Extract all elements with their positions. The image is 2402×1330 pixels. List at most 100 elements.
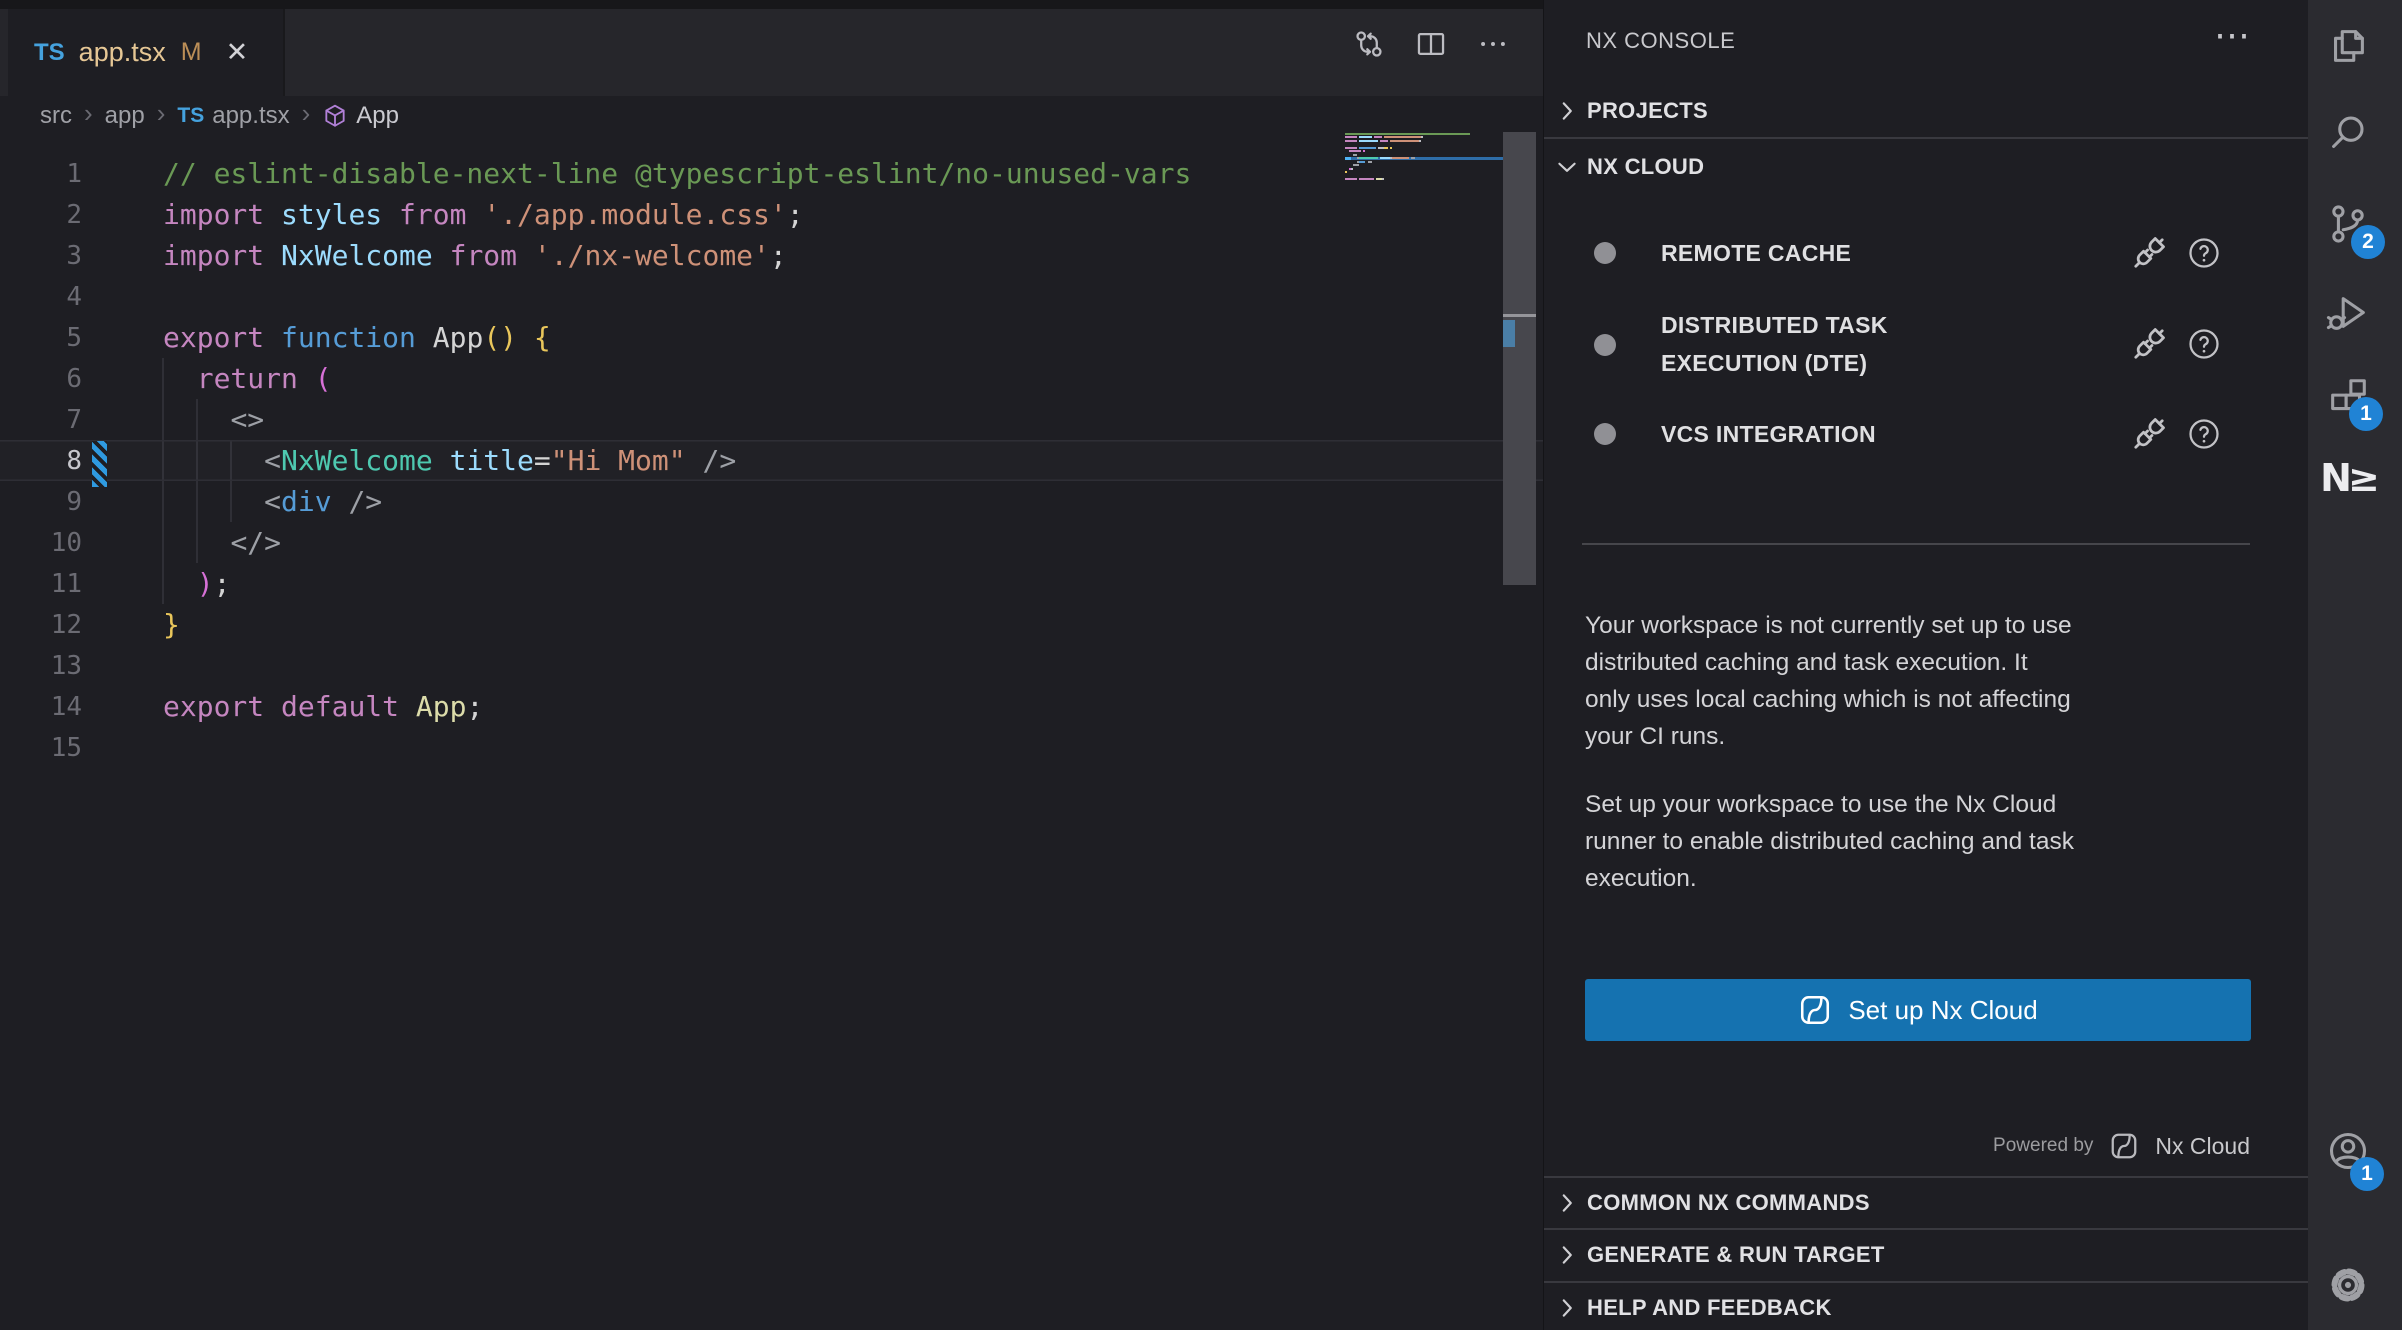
nx-cloud-icon [1798, 993, 1832, 1027]
code-line-12[interactable]: 12} [0, 604, 1543, 645]
more-actions-icon[interactable] [1476, 27, 1510, 61]
code-line-10[interactable]: 10 </> [0, 522, 1543, 563]
code-text: export default App; [107, 690, 483, 723]
feature-vcs-integration: VCS INTEGRATION [1544, 411, 2309, 457]
nx-cloud-logo-icon [2109, 1131, 2139, 1161]
line-number: 3 [0, 241, 82, 271]
help-icon[interactable] [2186, 416, 2222, 452]
minimap[interactable] [1345, 132, 1503, 185]
editor-scrollbar[interactable] [1503, 132, 1536, 585]
badge-count: 1 [2349, 397, 2383, 431]
section-help-and-feedback[interactable]: HELP AND FEEDBACK [1544, 1283, 2308, 1330]
code-lines: 1// eslint-disable-next-line @typescript… [0, 153, 1543, 768]
minimap-line [1345, 181, 1503, 185]
breadcrumb-item-app[interactable]: App [322, 102, 399, 130]
breadcrumb-label: App [356, 102, 399, 130]
help-icon[interactable] [2186, 326, 2222, 362]
open-changes-icon[interactable] [1352, 27, 1386, 61]
activity-search[interactable] [2320, 106, 2376, 162]
split-editor-icon[interactable] [1414, 27, 1448, 61]
line-number: 15 [0, 733, 82, 763]
code-line-7[interactable]: 7 <> [0, 399, 1543, 440]
more-actions-icon[interactable]: ⋯ [2214, 14, 2250, 56]
chevron-right-icon [1554, 1295, 1580, 1321]
status-dot-icon [1594, 334, 1616, 356]
section-generate-run-target[interactable]: GENERATE & RUN TARGET [1544, 1230, 2308, 1280]
gutter [82, 440, 107, 481]
sidebar-title: NX CONSOLE [1586, 20, 1735, 62]
code-line-9[interactable]: 9 <div /> [0, 481, 1543, 522]
line-number: 2 [0, 200, 82, 230]
breadcrumb-separator: › [302, 98, 311, 129]
code-line-6[interactable]: 6 return ( [0, 358, 1543, 399]
code-line-11[interactable]: 11 ); [0, 563, 1543, 604]
code-line-5[interactable]: 5export function App() { [0, 317, 1543, 358]
chevron-right-icon [1554, 1190, 1580, 1216]
code-line-15[interactable]: 15 [0, 727, 1543, 768]
activity-bar: 21N≥1 [2308, 0, 2402, 1330]
line-number: 14 [0, 692, 82, 722]
line-number: 5 [0, 323, 82, 353]
setup-hint-text: Set up your workspace to use the Nx Clou… [1585, 786, 2275, 897]
chevron-down-icon [1554, 154, 1580, 180]
breadcrumb-label: app [105, 102, 145, 130]
code-line-14[interactable]: 14 export default App; [0, 686, 1543, 727]
section-label: PROJECTS [1587, 98, 1708, 124]
breadcrumb-item-app-tsx[interactable]: TSapp.tsx [177, 102, 289, 130]
help-icon[interactable] [2186, 235, 2222, 271]
gutter [82, 235, 107, 276]
code-text: return ( [107, 362, 332, 395]
code-line-3[interactable]: 3 import NxWelcome from './nx-welcome'; [0, 235, 1543, 276]
gutter [82, 194, 107, 235]
connect-icon[interactable] [2127, 231, 2171, 275]
section-label: NX CLOUD [1587, 154, 1704, 180]
tab-bar: TS app.tsx M ✕ [0, 0, 1543, 96]
gutter [82, 317, 107, 358]
code-line-13[interactable]: 13 [0, 645, 1543, 686]
activity-explorer[interactable] [2320, 18, 2376, 74]
code-editor[interactable]: 1// eslint-disable-next-line @typescript… [0, 135, 1543, 1330]
section-nx-cloud[interactable]: NX CLOUD [1544, 142, 2308, 192]
code-line-4[interactable]: 4 [0, 276, 1543, 317]
line-number: 6 [0, 364, 82, 394]
breadcrumb-label: src [40, 102, 72, 130]
close-tab-icon[interactable]: ✕ [226, 39, 249, 66]
line-number: 13 [0, 651, 82, 681]
activity-run-and-debug[interactable] [2320, 285, 2376, 341]
code-line-2[interactable]: 2import styles from './app.module.css'; [0, 194, 1543, 235]
gutter [82, 563, 107, 604]
section-label: COMMON NX COMMANDS [1587, 1190, 1870, 1216]
section-projects[interactable]: PROJECTS [1544, 86, 2308, 136]
line-number: 9 [0, 487, 82, 517]
editor-toolbar [1320, 9, 1510, 79]
code-line-8[interactable]: 8 <NxWelcome title="Hi Mom" /> [0, 440, 1543, 481]
section-label: GENERATE & RUN TARGET [1587, 1242, 1885, 1268]
feature-remote-cache: REMOTE CACHE [1544, 230, 2309, 276]
code-text: <> [107, 403, 264, 436]
gutter [82, 399, 107, 440]
setup-nx-cloud-button[interactable]: Set up Nx Cloud [1585, 979, 2251, 1041]
feature-label: REMOTE CACHE [1661, 234, 1851, 272]
feature-label: DISTRIBUTED TASK EXECUTION (DTE) [1661, 306, 1888, 382]
gutter [82, 645, 107, 686]
nx-console-sidebar: NX CONSOLE ⋯ PROJECTS NX CLOUD REMOTE CA… [1543, 0, 2308, 1330]
symbol-cube-icon [322, 103, 348, 129]
divider [1582, 543, 2250, 545]
tab-app-tsx[interactable]: TS app.tsx M ✕ [8, 9, 285, 96]
code-text: import NxWelcome from './nx-welcome'; [107, 239, 787, 272]
breadcrumb-item-src[interactable]: src [40, 102, 72, 130]
line-number: 1 [0, 159, 82, 189]
breadcrumb-separator: › [157, 98, 166, 129]
connect-icon[interactable] [2127, 322, 2171, 366]
nx-cloud-brand: Nx Cloud [2155, 1133, 2250, 1160]
tab-title: app.tsx [79, 37, 166, 68]
connect-icon[interactable] [2127, 412, 2171, 456]
gutter [82, 686, 107, 727]
activity-nx-console[interactable]: N≥ [2320, 450, 2376, 506]
breadcrumb-item-app[interactable]: app [105, 102, 145, 130]
workspace-status-text: Your workspace is not currently set up t… [1585, 607, 2275, 755]
activity-settings[interactable] [2320, 1257, 2376, 1313]
code-line-1[interactable]: 1// eslint-disable-next-line @typescript… [0, 153, 1543, 194]
divider [1544, 137, 2308, 139]
section-common-nx-commands[interactable]: COMMON NX COMMANDS [1544, 1178, 2308, 1228]
